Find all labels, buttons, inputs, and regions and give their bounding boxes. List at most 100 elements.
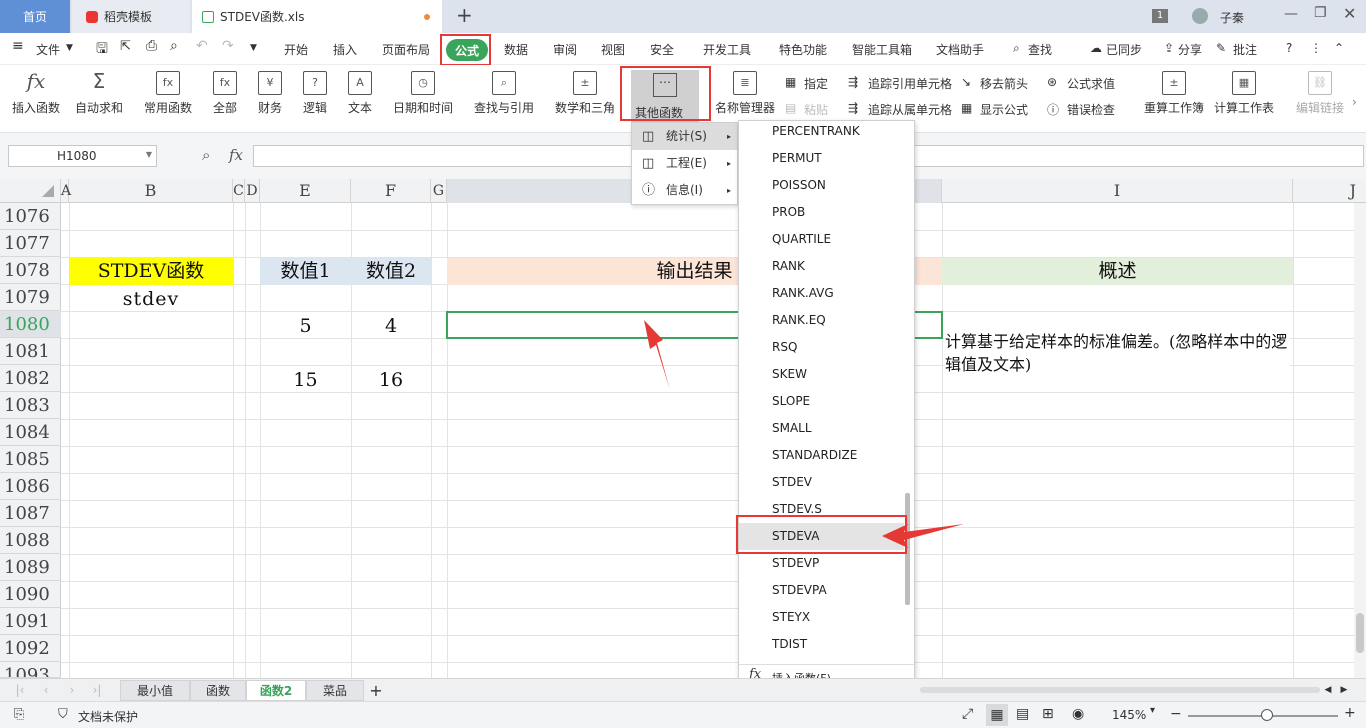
all-functions-button[interactable]: fx 全部 xyxy=(213,71,237,116)
finance-button[interactable]: ¥ 财务 xyxy=(258,71,282,116)
recalc-workbook-button[interactable]: ± 重算工作簿 xyxy=(1144,71,1204,116)
col-c[interactable]: C xyxy=(233,179,245,203)
menu-item-statistics[interactable]: ◫ 统计(S) ▸ xyxy=(632,123,737,150)
remove-arrows-button[interactable]: 移去箭头 xyxy=(980,75,1028,92)
paste-button[interactable]: 粘贴 xyxy=(804,101,828,118)
autosum-button[interactable]: Σ 自动求和 xyxy=(75,71,123,116)
menu-view[interactable]: 视图 xyxy=(601,41,625,58)
collapse-ribbon-icon[interactable]: ⌃ xyxy=(1334,41,1344,55)
row-1085[interactable]: 1085 xyxy=(0,446,61,473)
row-1078[interactable]: 1078 xyxy=(0,257,61,284)
sheet-tab[interactable]: 最小值 xyxy=(120,680,190,701)
chevron-down-icon[interactable]: ▼ xyxy=(66,43,73,53)
vertical-scroll-thumb[interactable] xyxy=(1356,613,1364,653)
show-formula-button[interactable]: 显示公式 xyxy=(980,101,1028,118)
ribbon-scroll-right-icon[interactable]: › xyxy=(1352,95,1357,109)
help-button[interactable]: ? xyxy=(1286,41,1292,55)
save-icon[interactable]: 🖫 xyxy=(96,38,108,62)
print-icon[interactable]: ⎙ xyxy=(146,38,157,54)
add-sheet-button[interactable]: + xyxy=(368,680,384,701)
menu-sync[interactable]: 已同步 xyxy=(1106,41,1142,58)
col-j[interactable]: J xyxy=(1293,179,1366,203)
name-box[interactable]: H1080 ▼ xyxy=(8,145,157,167)
menu-file[interactable]: 文件 xyxy=(36,41,60,58)
page-break-view-icon[interactable]: ▤ xyxy=(1016,706,1029,722)
vertical-scrollbar[interactable] xyxy=(1354,203,1366,678)
page-layout-icon[interactable]: ⊞ xyxy=(1042,706,1054,722)
menu-page-layout[interactable]: 页面布局 xyxy=(382,41,430,58)
menu-search[interactable]: 查找 xyxy=(1028,41,1052,58)
col-a[interactable]: A xyxy=(61,179,71,203)
select-all-corner[interactable] xyxy=(0,179,61,203)
function-item[interactable]: RANK.EQ xyxy=(739,307,904,334)
cell-f1078[interactable]: 数值2 xyxy=(351,258,431,285)
hamburger-icon[interactable]: ≡ xyxy=(12,38,24,54)
row-1089[interactable]: 1089 xyxy=(0,554,61,581)
function-item[interactable]: STDEVP xyxy=(739,550,904,577)
col-b[interactable]: B xyxy=(69,179,233,203)
common-functions-button[interactable]: fx 常用函数 xyxy=(144,71,192,116)
function-item[interactable]: STANDARDIZE xyxy=(739,442,904,469)
cell-e1078[interactable]: 数值1 xyxy=(260,258,351,285)
function-item[interactable]: STDEVPA xyxy=(739,577,904,604)
function-item[interactable]: PERMUT xyxy=(739,145,904,172)
sheet-settings-icon[interactable]: ⎘ xyxy=(14,707,24,722)
avatar[interactable] xyxy=(1192,8,1208,24)
scroll-right-icon[interactable]: ▶ xyxy=(1338,680,1350,701)
evaluate-formula-button[interactable]: 公式求值 xyxy=(1067,75,1115,92)
function-item[interactable]: STDEV xyxy=(739,469,904,496)
function-item[interactable]: QUARTILE xyxy=(739,226,904,253)
normal-view-icon[interactable]: ▦ xyxy=(986,704,1008,726)
function-item[interactable]: PERCENTRANK xyxy=(739,118,904,145)
row-1077[interactable]: 1077 xyxy=(0,230,61,257)
zoom-out-icon[interactable]: − xyxy=(1170,706,1182,722)
row-1080[interactable]: 1080 xyxy=(0,311,61,338)
col-d[interactable]: D xyxy=(245,179,260,203)
error-check-button[interactable]: 错误检查 xyxy=(1067,101,1115,118)
sheet-tab[interactable]: 函数 xyxy=(190,680,246,701)
recalc-sheet-button[interactable]: ▦ 计算工作表 xyxy=(1214,71,1274,116)
logic-button[interactable]: ? 逻辑 xyxy=(303,71,327,116)
function-item[interactable]: STEYX xyxy=(739,604,904,631)
tab-template[interactable]: 稻壳模板 xyxy=(72,0,190,33)
preview-icon[interactable]: ⌕ xyxy=(170,38,178,54)
function-item[interactable]: SLOPE xyxy=(739,388,904,415)
function-item[interactable]: SKEW xyxy=(739,361,904,388)
new-tab-button[interactable]: + xyxy=(456,3,473,27)
row-1083[interactable]: 1083 xyxy=(0,392,61,419)
menu-toolbox[interactable]: 智能工具箱 xyxy=(852,41,912,58)
row-1076[interactable]: 1076 xyxy=(0,203,61,230)
sheet-tab-active[interactable]: 函数2 xyxy=(246,680,306,701)
last-sheet-icon[interactable]: ›| xyxy=(90,680,104,701)
function-item[interactable]: TDIST xyxy=(739,631,904,658)
first-sheet-icon[interactable]: |‹ xyxy=(14,680,26,701)
tab-home[interactable]: 首页 xyxy=(0,0,70,33)
edit-links-button[interactable]: ⛓ 编辑链接 xyxy=(1296,71,1344,116)
insert-function-button[interactable]: fx 插入函数 xyxy=(12,71,60,116)
function-item[interactable]: SMALL xyxy=(739,415,904,442)
define-button[interactable]: 指定 xyxy=(804,75,828,92)
menu-doc-assistant[interactable]: 文档助手 xyxy=(936,41,984,58)
col-g[interactable]: G xyxy=(431,179,447,203)
user-name[interactable]: 子秦 xyxy=(1220,9,1244,26)
tab-file[interactable]: STDEV函数.xls xyxy=(192,0,442,33)
cell-b1079[interactable]: stdev xyxy=(69,286,233,313)
quick-access-chevron-icon[interactable]: ▼ xyxy=(250,43,257,53)
function-item[interactable]: POISSON xyxy=(739,172,904,199)
menu-item-information[interactable]: ⓘ 信息(I) ▸ xyxy=(632,177,737,204)
zoom-in-icon[interactable]: + xyxy=(1344,705,1356,721)
function-item[interactable]: RANK xyxy=(739,253,904,280)
menu-developer[interactable]: 开发工具 xyxy=(703,41,751,58)
fullscreen-icon[interactable]: ⤢ xyxy=(962,706,973,722)
eye-protect-icon[interactable]: ◉ xyxy=(1072,706,1084,722)
redo-icon[interactable]: ↷ xyxy=(222,38,234,54)
trace-precedents-button[interactable]: 追踪引用单元格 xyxy=(868,75,952,92)
minimize-icon[interactable]: — xyxy=(1284,6,1298,22)
menu-comment[interactable]: 批注 xyxy=(1233,41,1257,58)
menu-insert[interactable]: 插入 xyxy=(333,41,357,58)
sheet-tab[interactable]: 菜品 xyxy=(306,680,364,701)
cell-i1080[interactable]: 计算基于给定样本的标准偏差。(忽略样本中的逻辑值及文本) xyxy=(945,330,1290,380)
row-1084[interactable]: 1084 xyxy=(0,419,61,446)
cell-i1078[interactable]: 概述 xyxy=(942,258,1293,285)
datetime-button[interactable]: ◷ 日期和时间 xyxy=(393,71,453,116)
